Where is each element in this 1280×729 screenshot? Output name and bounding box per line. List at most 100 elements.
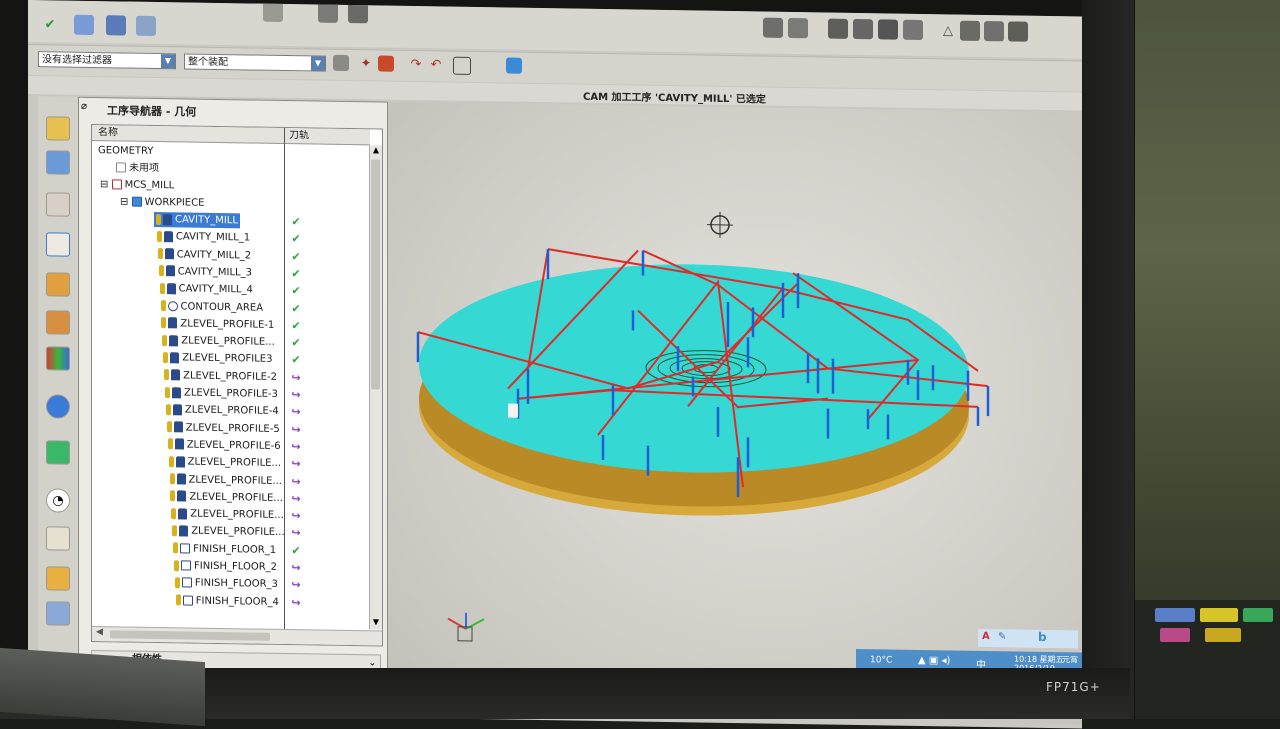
toolpath-regenerate-icon: ↪ bbox=[289, 559, 303, 576]
operation-label: CAVITY_MILL_4 bbox=[179, 284, 253, 296]
reuse-library-icon[interactable] bbox=[46, 526, 70, 550]
horizontal-scrollbar[interactable]: ◀ bbox=[92, 626, 382, 646]
wand-icon[interactable] bbox=[903, 20, 923, 40]
operation-name-wrap: CAVITY_MILL_1 bbox=[155, 229, 252, 246]
scroll-down-icon[interactable]: ▼ bbox=[371, 617, 381, 629]
key-icon bbox=[167, 421, 172, 432]
system-scene-icon[interactable] bbox=[46, 601, 70, 625]
operation-label: ZLEVEL_PROFILE3 bbox=[182, 353, 272, 365]
point-icon[interactable]: ↶ bbox=[428, 56, 444, 72]
web-browser-icon[interactable] bbox=[46, 394, 70, 418]
mcs-label: MCS_MILL bbox=[125, 180, 175, 192]
select-icon[interactable] bbox=[378, 55, 394, 71]
operation-row[interactable]: FINISH_FLOOR_4↪ bbox=[92, 591, 368, 612]
chevron-down-icon[interactable]: ▼ bbox=[161, 54, 175, 68]
mill-operation-icon bbox=[172, 387, 181, 398]
key-icon bbox=[161, 300, 166, 311]
check-icon[interactable]: ✔ bbox=[40, 14, 60, 34]
scroll-left-icon[interactable]: ◀ bbox=[96, 627, 103, 637]
tool-path-icon[interactable] bbox=[960, 21, 980, 41]
finish-floor-icon bbox=[182, 578, 192, 588]
operation-name-wrap: CAVITY_MILL bbox=[154, 212, 240, 228]
shade-icon[interactable] bbox=[318, 3, 338, 23]
toolpath-regenerate-icon: ↪ bbox=[289, 507, 303, 524]
part-navigator-icon[interactable] bbox=[46, 192, 70, 216]
verify-icon[interactable] bbox=[788, 18, 808, 38]
scope-select[interactable]: 整个装配 ▼ bbox=[184, 53, 326, 71]
network-icon[interactable]: ▲ ▣ ◂) bbox=[918, 655, 950, 667]
resource-bar: ◔ bbox=[38, 96, 79, 709]
collapse-icon[interactable]: ⊟ bbox=[120, 196, 132, 207]
machine-tool-navigator-icon[interactable] bbox=[46, 272, 70, 296]
language-bar[interactable]: A ✎ b bbox=[978, 629, 1078, 649]
monitor-bezel-right bbox=[1082, 0, 1134, 719]
column-toolpath[interactable]: 刀轨 bbox=[285, 128, 370, 145]
toolpath-regenerate-icon: ↪ bbox=[289, 455, 303, 472]
b-icon[interactable]: b bbox=[1038, 630, 1047, 644]
machining-feature-icon[interactable] bbox=[46, 310, 70, 334]
operation-name-wrap: CAVITY_MILL_2 bbox=[156, 247, 253, 264]
assembly-navigator-icon[interactable] bbox=[46, 116, 70, 140]
mill-operation-icon bbox=[174, 421, 183, 432]
key-icon bbox=[160, 283, 165, 294]
type-filter-select[interactable]: 没有选择过滤器 ▼ bbox=[38, 51, 176, 69]
key-icon bbox=[169, 456, 174, 467]
operation-name-wrap: ZLEVEL_PROFILE-5 bbox=[165, 420, 282, 437]
keyboard-icon[interactable]: ✎ bbox=[998, 631, 1006, 642]
weather-temp[interactable]: 10°C bbox=[870, 655, 892, 665]
pin-icon[interactable]: ⌀ bbox=[81, 101, 87, 112]
delete-icon[interactable] bbox=[1008, 21, 1028, 41]
roles-icon[interactable] bbox=[46, 566, 70, 590]
geometry-root-label: GEOMETRY bbox=[96, 143, 155, 159]
arrow-icon[interactable]: ↷ bbox=[408, 56, 424, 72]
column-name[interactable]: 名称 bbox=[92, 125, 284, 144]
chevron-down-icon[interactable]: ▼ bbox=[311, 56, 325, 70]
operation-name-wrap: CAVITY_MILL_4 bbox=[158, 281, 255, 298]
tool-icon[interactable] bbox=[106, 15, 126, 35]
toolpath-regenerate-icon: ↪ bbox=[289, 438, 303, 455]
toolpath-ok-icon: ✔ bbox=[289, 248, 303, 265]
operation-navigator-icon[interactable] bbox=[46, 232, 70, 256]
vertical-scrollbar[interactable]: ▲ ▼ bbox=[369, 145, 382, 629]
constraint-navigator-icon[interactable] bbox=[46, 150, 70, 174]
operation-name-wrap: FINISH_FLOOR_3 bbox=[173, 576, 280, 593]
collapse-icon[interactable]: ⊟ bbox=[100, 179, 112, 190]
key-icon bbox=[157, 231, 162, 242]
palette-icon[interactable] bbox=[46, 346, 70, 370]
cube-select-icon[interactable] bbox=[506, 58, 522, 74]
history-icon[interactable] bbox=[46, 440, 70, 464]
operation-name-wrap: CONTOUR_AREA bbox=[159, 299, 266, 316]
operation-label: CAVITY_MILL bbox=[175, 214, 238, 226]
mill-operation-icon bbox=[165, 248, 174, 259]
snap-icon[interactable]: ✦ bbox=[358, 55, 374, 71]
clock-icon[interactable]: ◔ bbox=[46, 488, 70, 512]
cube-icon[interactable] bbox=[348, 3, 368, 23]
postprocess-icon[interactable] bbox=[828, 19, 848, 39]
view-icon[interactable] bbox=[263, 2, 283, 22]
edit-icon[interactable] bbox=[984, 21, 1004, 41]
key-icon bbox=[164, 369, 169, 380]
operation-label: FINISH_FLOOR_4 bbox=[196, 595, 279, 607]
triangle-icon[interactable]: △ bbox=[938, 20, 958, 40]
operation-label: ZLEVEL_PROFILE-6 bbox=[187, 439, 281, 451]
scroll-up-icon[interactable]: ▲ bbox=[371, 145, 381, 157]
operation-label: CONTOUR_AREA bbox=[181, 301, 264, 313]
shop-doc-icon[interactable] bbox=[853, 19, 873, 39]
toolpath-ok-icon: ✔ bbox=[289, 213, 303, 230]
mill-operation-icon bbox=[178, 508, 187, 519]
operation-label: ZLEVEL_PROFILE... bbox=[189, 491, 282, 503]
ime-icon[interactable]: A bbox=[982, 631, 990, 642]
scroll-thumb[interactable] bbox=[371, 159, 380, 389]
rectangle-icon[interactable] bbox=[453, 57, 471, 75]
program-icon[interactable] bbox=[136, 16, 156, 36]
scroll-thumb-h[interactable] bbox=[110, 630, 270, 641]
filter-icon[interactable] bbox=[333, 55, 349, 71]
operation-name-wrap: ZLEVEL_PROFILE3 bbox=[161, 350, 274, 367]
operation-name-wrap: ZLEVEL_PROFILE-6 bbox=[166, 437, 283, 454]
output-icon[interactable] bbox=[878, 19, 898, 39]
operation-name-wrap: ZLEVEL_PROFILE-2 bbox=[162, 368, 279, 385]
mill-operation-icon bbox=[171, 369, 180, 380]
key-icon bbox=[156, 214, 161, 225]
operation-icon[interactable] bbox=[74, 15, 94, 35]
simulate-icon[interactable] bbox=[763, 18, 783, 38]
